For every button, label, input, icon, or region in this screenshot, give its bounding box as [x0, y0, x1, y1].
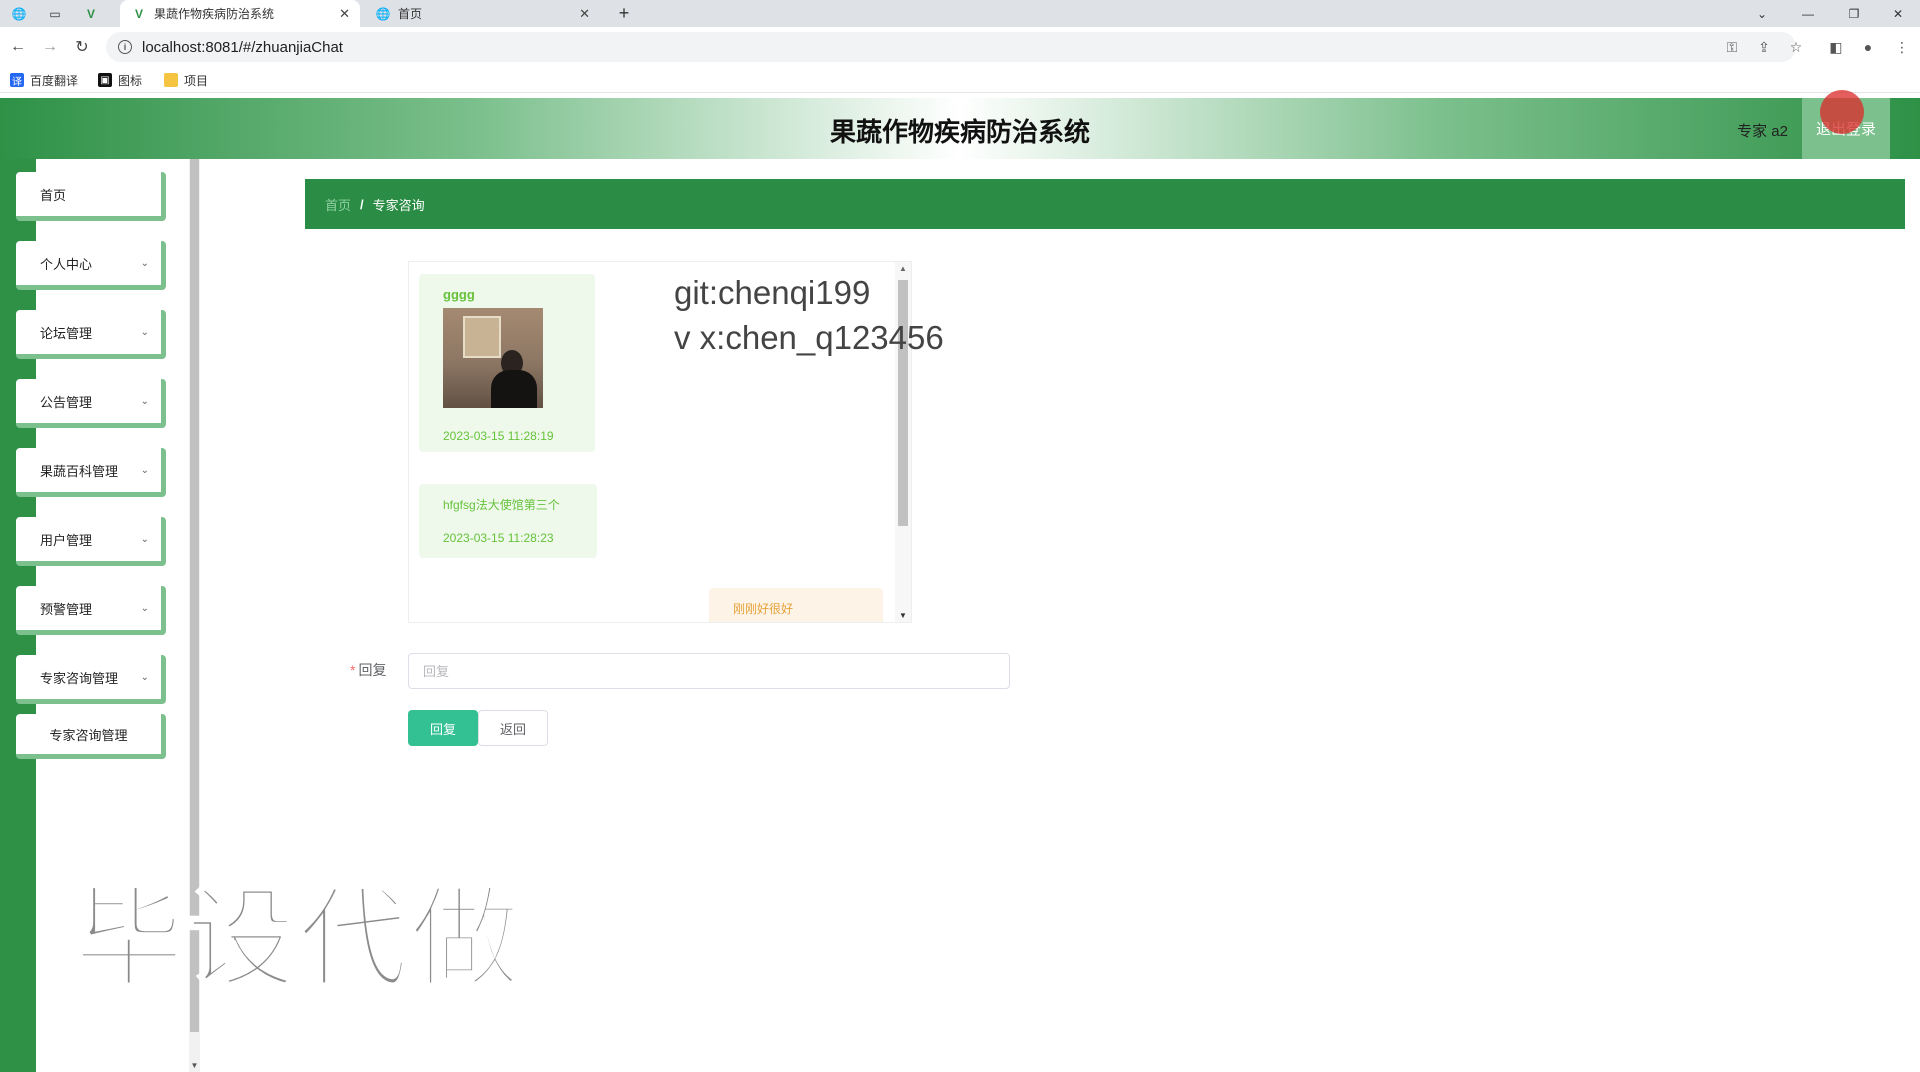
reload-icon[interactable]: ↻	[70, 35, 94, 59]
close-icon[interactable]: ✕	[579, 6, 590, 22]
required-mark: *	[350, 662, 356, 678]
sidebar-item-users[interactable]: 用户管理 ⌄	[16, 517, 166, 566]
chevron-down-icon: ⌄	[140, 464, 149, 476]
message-text: 刚刚好很好	[733, 602, 794, 616]
address-bar[interactable]: i localhost:8081/#/zhuanjiaChat	[106, 32, 1796, 62]
reply-label: * 回复	[350, 660, 386, 680]
tab-title: 果蔬作物疾病防治系统	[154, 7, 275, 21]
vue-icon: V	[86, 6, 95, 21]
browser-tab[interactable]: V	[72, 0, 112, 27]
chevron-down-icon: ⌄	[140, 326, 149, 338]
close-window-icon[interactable]: ✕	[1876, 0, 1920, 27]
breadcrumb: 首页 / 专家咨询	[305, 179, 1905, 229]
sidebar-item-expert-consult[interactable]: 专家咨询管理 ⌄	[16, 655, 166, 704]
sidebar-item-encyclopedia[interactable]: 果蔬百科管理 ⌄	[16, 448, 166, 497]
reply-label-text: 回复	[358, 662, 387, 678]
bookmark-item[interactable]: 项目	[164, 71, 208, 89]
scroll-down-icon[interactable]: ▼	[189, 1058, 200, 1072]
sidebar-item-label: 用户管理	[40, 532, 93, 548]
profile-icon[interactable]: ●	[1858, 37, 1878, 57]
chevron-down-icon: ⌄	[140, 395, 149, 407]
overlay-line: v x:chen_q123456	[674, 319, 944, 356]
reply-input[interactable]	[408, 653, 1010, 689]
tab-title: 首页	[398, 7, 423, 21]
cursor-highlight	[1820, 90, 1864, 134]
blank-icon: ▭	[49, 6, 61, 21]
globe-icon: 🌐	[375, 6, 391, 21]
bookmarks-bar: 译 百度翻译 ▣ 图标 项目	[0, 67, 1920, 93]
breadcrumb-current: 专家咨询	[372, 197, 425, 213]
overlay-line: git:chenqi199	[674, 274, 871, 311]
app-title: 果蔬作物疾病防治系统	[829, 117, 1090, 147]
sidebar-item-home[interactable]: 首页	[16, 172, 166, 221]
forward-arrow-icon[interactable]: →	[38, 35, 62, 59]
vue-icon: V	[134, 6, 143, 21]
chat-message: gggg 2023-03-15 11:28:19	[419, 274, 595, 452]
contact-overlay: git:chenqi199 v x:chen_q123456	[674, 270, 944, 360]
bookmark-label: 百度翻译	[30, 73, 79, 88]
back-button[interactable]: 返回	[478, 710, 548, 746]
scroll-down-icon[interactable]: ▼	[895, 611, 911, 620]
sidebar-item-label: 个人中心	[40, 256, 93, 272]
sidebar-item-label: 专家咨询管理	[40, 670, 119, 686]
sidebar-item-label: 首页	[40, 187, 67, 203]
chevron-down-icon: ⌄	[140, 602, 149, 614]
app-header: 果蔬作物疾病防治系统 专家 a2 退出登录	[0, 98, 1920, 159]
url-text: localhost:8081/#/zhuanjiaChat	[142, 38, 343, 56]
sidebar-item-label: 公告管理	[40, 394, 93, 410]
browser-tab[interactable]: 🌐	[0, 0, 36, 27]
globe-icon: 🌐	[11, 6, 27, 21]
sidebar-item-warning[interactable]: 预警管理 ⌄	[16, 586, 166, 635]
close-icon[interactable]: ✕	[339, 6, 350, 22]
back-arrow-icon[interactable]: ←	[6, 35, 30, 59]
bookmark-label: 项目	[184, 73, 209, 88]
watermark-text: 毕设代做	[73, 878, 522, 1001]
chevron-down-icon: ⌄	[140, 671, 149, 683]
reply-button[interactable]: 回复	[408, 710, 478, 746]
sidebar-item-label: 果蔬百科管理	[40, 463, 119, 479]
message-text: hfgfsg法大使馆第三个	[443, 498, 560, 512]
bookmark-item[interactable]: 译 百度翻译	[10, 71, 78, 89]
chat-message-reply: 刚刚好很好	[709, 588, 883, 622]
sidebar-item-label: 预警管理	[40, 601, 93, 617]
submenu-item-label: 专家咨询管理	[49, 727, 128, 743]
chat-message: hfgfsg法大使馆第三个 2023-03-15 11:28:23	[419, 484, 597, 558]
sidepanel-icon[interactable]: ◧	[1826, 37, 1846, 57]
browser-tab-active[interactable]: V 果蔬作物疾病防治系统 ✕	[120, 0, 360, 27]
share-icon[interactable]: ⇪	[1754, 37, 1774, 57]
star-icon[interactable]: ☆	[1786, 37, 1806, 57]
photo-person-body	[491, 370, 537, 408]
bookmark-label: 图标	[118, 73, 143, 88]
folder-icon	[164, 73, 178, 87]
minimize-icon[interactable]: —	[1786, 0, 1830, 27]
browser-tab-bar: 🌐 ▭ V V 果蔬作物疾病防治系统 ✕ 🌐 首页 ✕ + ⌄ — ❐ ✕	[0, 0, 1920, 27]
chevron-down-icon: ⌄	[140, 257, 149, 269]
breadcrumb-home[interactable]: 首页	[325, 195, 351, 214]
message-image[interactable]	[443, 308, 543, 408]
message-sender: gggg	[443, 287, 475, 302]
tab-search-icon[interactable]: ⌄	[1740, 0, 1784, 27]
menu-dots-icon[interactable]: ⋮	[1892, 37, 1912, 57]
info-icon[interactable]: i	[118, 40, 132, 54]
browser-tab[interactable]: ▭	[36, 0, 72, 27]
sidebar-item-label: 论坛管理	[40, 325, 93, 341]
photo-frame-shape	[463, 316, 501, 358]
breadcrumb-separator: /	[360, 196, 364, 212]
translate-icon: 译	[10, 73, 24, 88]
bookmark-item[interactable]: ▣ 图标	[98, 71, 142, 89]
browser-toolbar: ← → ↻ i localhost:8081/#/zhuanjiaChat ⚿ …	[0, 27, 1920, 67]
browser-tab[interactable]: 🌐 首页 ✕	[364, 0, 600, 27]
new-tab-button[interactable]: +	[604, 0, 644, 27]
submenu-item-expert-consult[interactable]: 专家咨询管理	[16, 714, 166, 759]
message-time: 2023-03-15 11:28:19	[443, 429, 554, 443]
message-time: 2023-03-15 11:28:23	[443, 531, 554, 545]
chevron-down-icon: ⌄	[140, 533, 149, 545]
sidebar-item-forum[interactable]: 论坛管理 ⌄	[16, 310, 166, 359]
sidebar-item-notice[interactable]: 公告管理 ⌄	[16, 379, 166, 428]
key-icon[interactable]: ⚿	[1722, 37, 1742, 57]
user-label: 专家 a2	[1737, 123, 1788, 140]
sidebar-item-personal-center[interactable]: 个人中心 ⌄	[16, 241, 166, 290]
image-icon: ▣	[98, 73, 112, 87]
restore-icon[interactable]: ❐	[1832, 0, 1876, 27]
